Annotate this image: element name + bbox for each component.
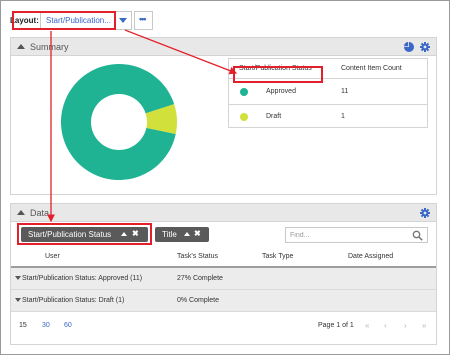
- group-label: Start/Publication Status: Approved (11): [22, 275, 143, 282]
- pager: 15 30 60 Page 1 of 1 « ‹ › »: [11, 313, 436, 339]
- column-header-user[interactable]: User: [45, 253, 60, 260]
- data-grid-header: User Task's Status Task Type Date Assign…: [11, 248, 436, 268]
- summary-donut-chart: [61, 64, 177, 180]
- sort-ascending-icon[interactable]: [184, 232, 190, 236]
- summary-row-count: 1: [341, 113, 345, 120]
- callout-layout-box: [12, 11, 116, 30]
- chevron-down-icon: [119, 18, 127, 23]
- page-size-30[interactable]: 30: [42, 322, 50, 329]
- chip-label: Title: [162, 230, 177, 239]
- summary-row-approved: Approved 11: [229, 80, 427, 104]
- group-row[interactable]: Start/Publication Status: Approved (11) …: [11, 268, 436, 290]
- layout-dropdown-button[interactable]: [114, 11, 131, 30]
- summary-row-draft: Draft 1: [229, 104, 427, 128]
- data-title: Data: [30, 208, 50, 218]
- last-page-icon[interactable]: »: [422, 321, 426, 330]
- group-label: Start/Publication Status: Draft (1): [22, 297, 125, 304]
- gear-icon[interactable]: [420, 42, 430, 52]
- column-header-task-type[interactable]: Task Type: [262, 253, 293, 260]
- page-info: Page 1 of 1: [318, 322, 354, 329]
- layout-more-button[interactable]: •••: [134, 11, 153, 30]
- next-page-icon[interactable]: ›: [404, 321, 407, 330]
- page-size-60[interactable]: 60: [64, 322, 72, 329]
- group-status: 27% Complete: [177, 275, 223, 282]
- expand-chevron-icon[interactable]: [15, 276, 21, 280]
- expand-chevron-icon[interactable]: [15, 298, 21, 302]
- group-status: 0% Complete: [177, 297, 220, 304]
- close-icon[interactable]: ✖: [194, 229, 201, 238]
- group-row[interactable]: Start/Publication Status: Draft (1) 0% C…: [11, 290, 436, 312]
- summary-row-label: Approved: [266, 88, 296, 95]
- column-header-date-assigned[interactable]: Date Assigned: [348, 253, 393, 260]
- approved-legend-dot: [240, 88, 248, 96]
- gear-icon[interactable]: [420, 208, 430, 218]
- callout-status-header-box: [233, 66, 323, 83]
- summary-panel-header[interactable]: Summary: [11, 38, 436, 56]
- column-header-count[interactable]: Content Item Count: [341, 65, 402, 72]
- summary-title: Summary: [30, 42, 69, 52]
- column-header-task-status[interactable]: Task's Status: [177, 253, 218, 260]
- summary-row-count: 11: [341, 88, 349, 95]
- find-input[interactable]: [290, 230, 408, 241]
- callout-chip-box: [17, 223, 152, 245]
- draft-legend-dot: [240, 113, 248, 121]
- chip-group-title[interactable]: Title ✖: [155, 227, 209, 242]
- find-box: [285, 227, 428, 243]
- search-icon[interactable]: [412, 230, 423, 241]
- ellipsis-icon: •••: [139, 14, 147, 24]
- first-page-icon[interactable]: «: [365, 321, 369, 330]
- data-panel-header[interactable]: Data: [11, 204, 436, 222]
- collapse-caret-icon[interactable]: [17, 210, 25, 215]
- pie-chart-icon[interactable]: [404, 42, 414, 52]
- page-size-15[interactable]: 15: [19, 322, 27, 329]
- collapse-caret-icon[interactable]: [17, 44, 25, 49]
- summary-row-label: Draft: [266, 113, 282, 120]
- prev-page-icon[interactable]: ‹: [384, 321, 387, 330]
